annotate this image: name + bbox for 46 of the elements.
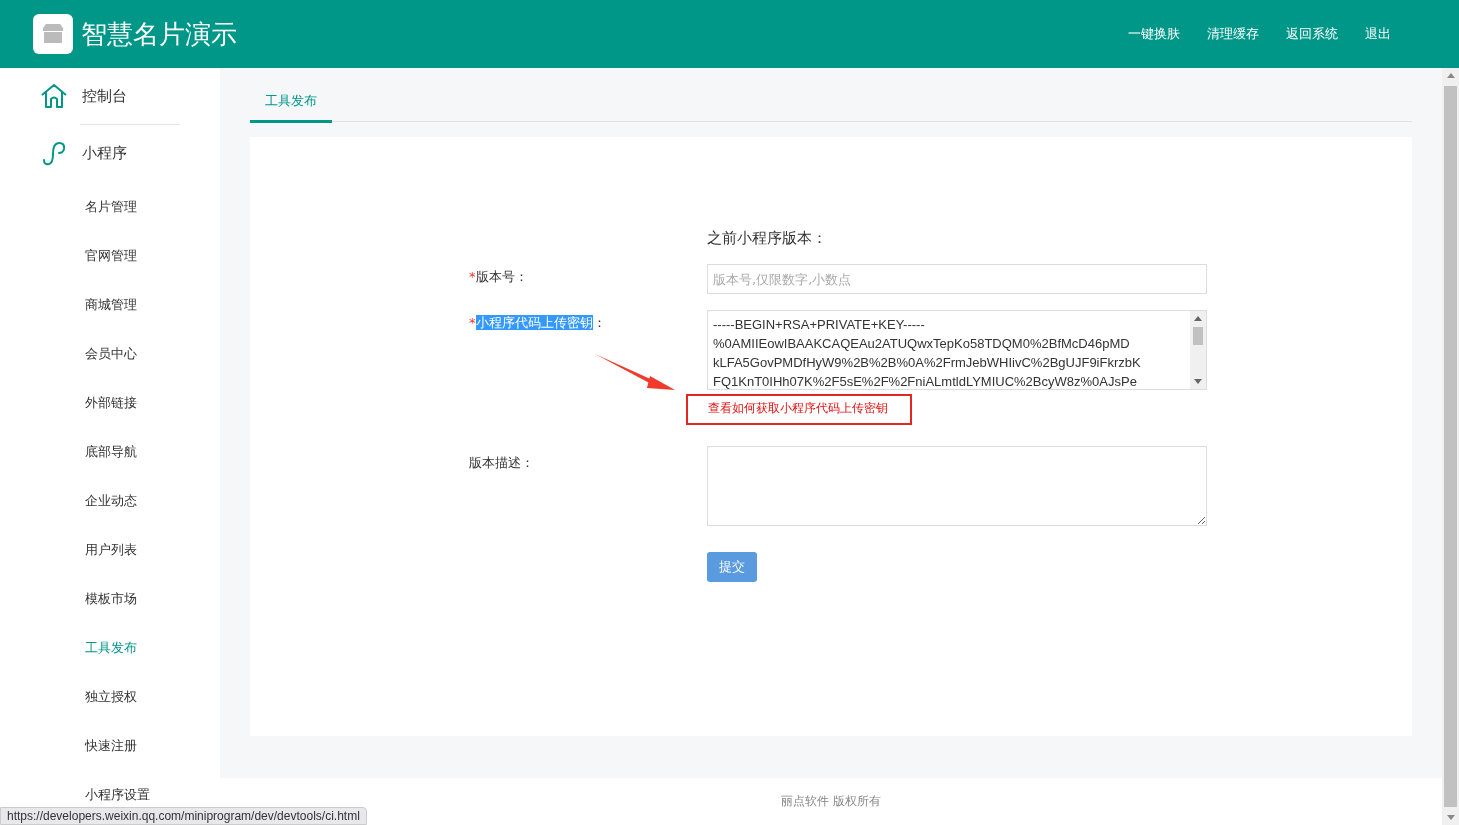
sidebar-item[interactable]: 独立授权 <box>85 688 137 705</box>
sidebar-section[interactable]: 小程序 <box>40 125 220 181</box>
sidebar-section[interactable]: 控制台 <box>40 68 220 124</box>
sidebar-item[interactable]: 外部链接 <box>85 394 137 411</box>
sidebar-item[interactable]: 商城管理 <box>85 296 137 313</box>
scroll-thumb[interactable] <box>1444 86 1457 807</box>
header-link[interactable]: 清理缓存 <box>1207 25 1259 43</box>
scroll-thumb[interactable] <box>1193 327 1203 345</box>
sidebar-item[interactable]: 底部导航 <box>85 443 137 460</box>
copyright-text: 丽点软件 版权所有 <box>781 793 881 810</box>
sidebar-item[interactable]: 名片管理 <box>85 198 137 215</box>
up-arrow-icon[interactable] <box>1194 315 1202 321</box>
sidebar-item[interactable]: 小程序设置 <box>85 786 150 803</box>
field-label: 小程序代码上传密钥 <box>475 315 593 330</box>
header-link[interactable]: 返回系统 <box>1286 25 1338 43</box>
previous-version-label: 之前小程序版本： <box>707 229 828 248</box>
sidebar-item[interactable]: 快速注册 <box>85 737 137 754</box>
down-arrow-icon[interactable] <box>1446 815 1455 821</box>
help-link[interactable]: 查看如何获取小程序代码上传密钥 <box>686 394 912 425</box>
page-scrollbar[interactable] <box>1442 68 1459 825</box>
scrollbar[interactable] <box>1190 311 1206 389</box>
label-colon: ： <box>592 315 606 330</box>
squiggle-icon <box>40 140 68 166</box>
home-icon <box>40 83 68 109</box>
header-link[interactable]: 退出 <box>1365 25 1391 43</box>
sidebar-item[interactable]: 用户列表 <box>85 541 137 558</box>
key-textarea[interactable]: -----BEGIN+RSA+PRIVATE+KEY----- %0AMIIEowIBAAKCAQEAu2ATUQwxTepKo58TDQM0%2BfMcD46pMD kLFA5GovPMDfHyW9%2B%2B%0A%2FrmJebWHIivC%2BgUJF9iFkrzbK FQ1KnT0IHh07K%2F5sE%2F%2FniALmtldLYMIUC%2BcyW8z%0AJsPe <box>707 310 1207 390</box>
field-label: 版本描述 <box>469 455 521 470</box>
label-colon: ： <box>514 269 528 284</box>
down-arrow-icon[interactable] <box>1194 379 1202 385</box>
status-url-tooltip: https://developers.weixin.qq.com/miniprogram/dev/devtools/ci.html <box>0 807 367 825</box>
sidebar-item[interactable]: 工具发布 <box>85 639 137 656</box>
sidebar-item[interactable]: 企业动态 <box>85 492 137 509</box>
required-mark: * <box>469 315 476 330</box>
tab[interactable]: 工具发布 <box>250 84 332 123</box>
store-logo-icon <box>33 14 73 54</box>
version-input[interactable]: 版本号,仅限数字,小数点 <box>707 264 1207 294</box>
app-title: 智慧名片演示 <box>81 17 237 51</box>
field-label: 版本号 <box>475 269 515 284</box>
sidebar-item[interactable]: 模板市场 <box>85 590 137 607</box>
required-mark: * <box>469 269 476 284</box>
sidebar-item[interactable]: 官网管理 <box>85 247 137 264</box>
label-colon: ： <box>521 455 534 470</box>
up-arrow-icon[interactable] <box>1446 72 1455 78</box>
sidebar-item[interactable]: 会员中心 <box>85 345 137 362</box>
header-link[interactable]: 一键换肤 <box>1128 25 1180 43</box>
